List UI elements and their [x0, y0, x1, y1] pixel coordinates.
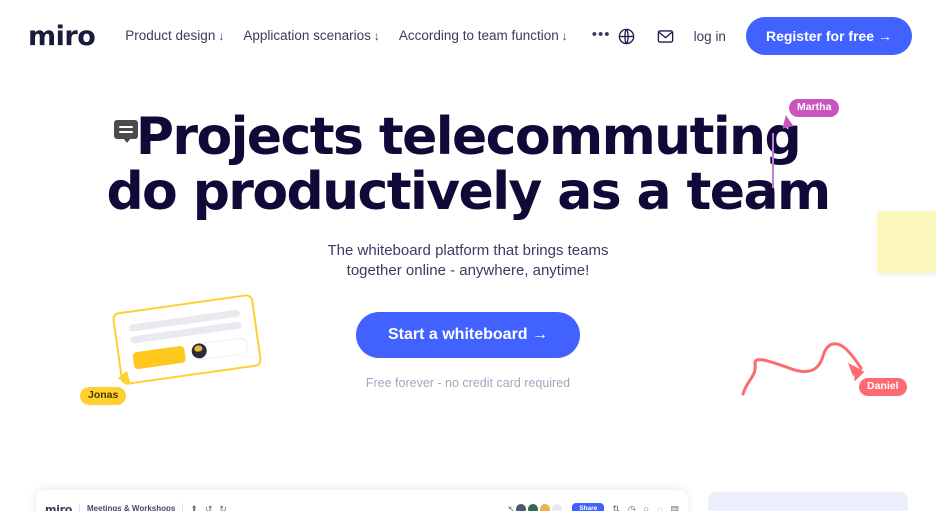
- nav-label: According to team function: [398, 28, 559, 44]
- globe-icon[interactable]: [616, 25, 638, 47]
- headline-line-1: Projects telecommuting: [135, 107, 802, 167]
- avatar[interactable]: [551, 503, 564, 511]
- sticky-note: [877, 211, 936, 273]
- nav-item-product-design[interactable]: Product design ↓: [125, 29, 224, 43]
- chevron-down-icon: ↓: [218, 29, 225, 43]
- subtitle-line-2: together online - anywhere, anytime!: [346, 262, 590, 280]
- upload-icon[interactable]: ⬆: [190, 504, 198, 511]
- login-link[interactable]: log in: [694, 29, 726, 44]
- nav-item-application-scenarios[interactable]: Application scenarios ↓: [243, 29, 380, 43]
- avatar[interactable]: [527, 503, 540, 511]
- comment-line: [119, 131, 133, 133]
- subtitle-line-1: The whiteboard platform that brings team…: [327, 242, 609, 260]
- comment-icon[interactable]: ○: [644, 504, 649, 511]
- redo-icon[interactable]: ↻: [219, 504, 227, 511]
- register-for-free-button[interactable]: Register for free →: [745, 17, 912, 55]
- avatar[interactable]: [539, 503, 552, 511]
- comment-bubble-icon: [114, 120, 138, 143]
- cursor-label-martha: Martha: [789, 99, 840, 117]
- board-toolbar: miro Meetings & Workshops ⬆ ↺ ↻ ↖ Share …: [36, 497, 688, 511]
- board-app-preview: miro Meetings & Workshops ⬆ ↺ ↻ ↖ Share …: [36, 490, 688, 511]
- miro-landing-page: miro Product design ↓ Application scenar…: [0, 0, 936, 511]
- chevron-down-icon: ↓: [561, 29, 568, 43]
- nav-label: Product design: [125, 28, 216, 44]
- filter-icon[interactable]: ⇅: [612, 504, 620, 511]
- undo-icon[interactable]: ↺: [205, 504, 213, 511]
- cursor-label-daniel: Daniel: [859, 378, 907, 396]
- comment-line: [119, 126, 133, 128]
- start-a-whiteboard-button[interactable]: Start a whiteboard →: [355, 311, 581, 358]
- board-miro-logo[interactable]: miro: [45, 504, 72, 511]
- side-panel-preview[interactable]: [708, 492, 908, 511]
- placeholder-button: [132, 345, 187, 370]
- timer-icon[interactable]: ◷: [628, 504, 636, 511]
- nav-item-according-to-team-function[interactable]: According to team function ↓: [399, 29, 568, 43]
- text-edit-caret: [772, 133, 774, 188]
- miro-logo[interactable]: miro: [28, 23, 96, 50]
- headline-line-2: do productively as a team: [106, 161, 831, 222]
- frame-icon[interactable]: ▤: [670, 504, 679, 511]
- share-button[interactable]: Share: [572, 502, 605, 511]
- cursor-icon[interactable]: ↖: [508, 504, 516, 511]
- board-title[interactable]: Meetings & Workshops: [87, 505, 175, 511]
- help-icon[interactable]: ◌: [657, 504, 662, 511]
- cursor-label-jonas: Jonas: [80, 387, 127, 405]
- site-header: miro Product design ↓ Application scenar…: [0, 0, 936, 72]
- nav-label: Application scenarios: [243, 28, 371, 44]
- avatar[interactable]: [515, 503, 528, 511]
- squiggle-arrow-drawing: [741, 342, 863, 396]
- envelope-icon[interactable]: [655, 25, 677, 47]
- board-toolbar-right: ↖ Share ⇅ ◷ ○ ◌ ▤: [508, 502, 679, 511]
- nav-more-menu-button[interactable]: •••: [592, 27, 611, 46]
- main-navigation: Product design ↓ Application scenarios ↓…: [125, 27, 610, 46]
- header-actions: log in Register for free →: [616, 17, 912, 55]
- page-title: Projects telecommuting do productively a…: [0, 110, 936, 219]
- chevron-down-icon: ↓: [373, 29, 380, 43]
- divider: [182, 503, 184, 511]
- hero-subtitle: The whiteboard platform that brings team…: [0, 241, 936, 282]
- divider: [79, 503, 81, 511]
